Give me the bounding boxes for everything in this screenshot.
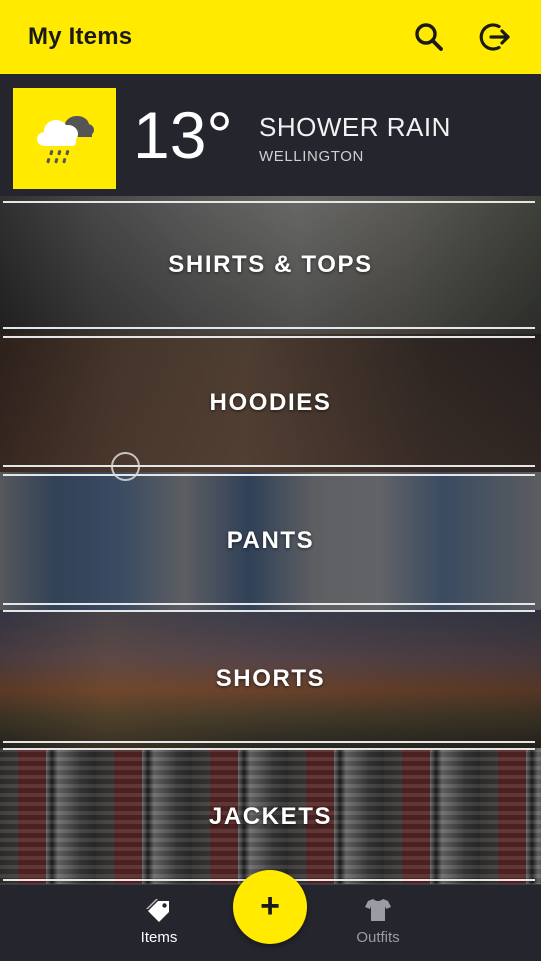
- category-list: SHIRTS & TOPS HOODIES PANTS SHORTS JACKE…: [0, 196, 541, 886]
- plus-icon: +: [260, 886, 280, 925]
- nav-items[interactable]: Items: [119, 897, 199, 946]
- category-label: SHORTS: [215, 665, 326, 692]
- category-label: JACKETS: [208, 803, 333, 830]
- search-button[interactable]: [407, 15, 451, 59]
- weather-panel: 13° SHOWER RAIN WELLINGTON: [0, 74, 541, 196]
- tshirt-icon: [365, 899, 391, 921]
- category-shorts[interactable]: SHORTS: [0, 610, 541, 748]
- category-jackets[interactable]: JACKETS: [0, 748, 541, 886]
- temperature: 13°: [133, 98, 233, 172]
- category-hoodies[interactable]: HOODIES: [0, 334, 541, 472]
- tag-icon: [146, 899, 169, 922]
- weather-icon-box: [13, 88, 116, 189]
- weather-city: WELLINGTON: [259, 148, 364, 165]
- category-label: PANTS: [226, 527, 315, 554]
- page-title: My Items: [28, 23, 133, 50]
- category-label: HOODIES: [209, 389, 332, 416]
- rain-cloud-icon: [36, 115, 94, 163]
- category-label: SHIRTS & TOPS: [168, 251, 373, 278]
- app-bar: My Items: [0, 0, 541, 74]
- add-item-button[interactable]: +: [233, 870, 307, 944]
- weather-condition: SHOWER RAIN: [259, 112, 451, 142]
- logout-button[interactable]: [473, 15, 517, 59]
- nav-outfits[interactable]: Outfits: [338, 897, 418, 946]
- logout-icon: [479, 23, 510, 51]
- category-pants[interactable]: PANTS: [0, 472, 541, 610]
- nav-items-label: Items: [140, 929, 178, 946]
- category-shirts-tops[interactable]: SHIRTS & TOPS: [0, 196, 541, 334]
- search-icon: [415, 23, 443, 51]
- nav-outfits-label: Outfits: [356, 929, 400, 946]
